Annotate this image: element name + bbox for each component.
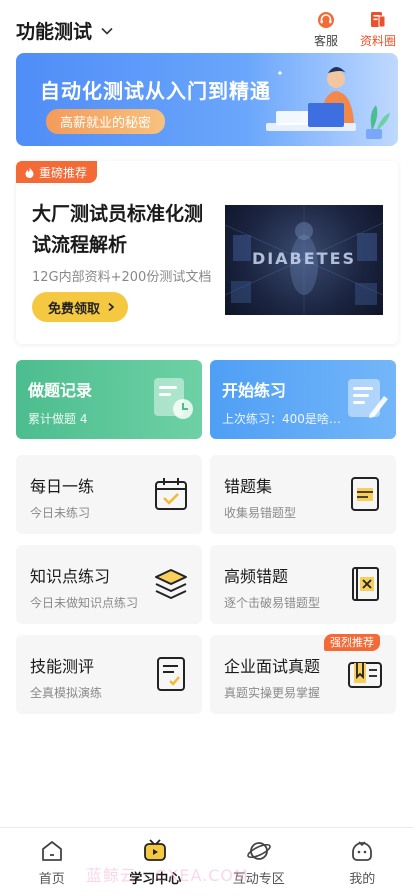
page-title: 功能测试 [16, 21, 93, 43]
interview-questions-tile[interactable]: 强烈推荐 企业面试真题 真题实操更易掌握 [210, 634, 396, 714]
featured-image-text: DIABETES [251, 249, 357, 268]
interview-questions-subtitle: 真题实操更易掌握 [224, 686, 321, 700]
chevron-down-icon [101, 27, 113, 35]
wrong-questions-tile[interactable]: 错题集 收集易错题型 [210, 455, 396, 534]
start-practice-subtitle: 上次练习：400是啥… [222, 412, 341, 426]
nav-study-center[interactable]: 学习中心 [104, 828, 208, 896]
featured-tag-label: 重磅推荐 [39, 165, 88, 180]
bottom-nav: 首页 学习中心 互动专区 我的 [0, 827, 414, 896]
materials-label: 资料圈 [360, 34, 397, 48]
headset-icon [318, 12, 334, 28]
nav-interaction-label: 互动专区 [232, 872, 285, 887]
skill-assessment-subtitle: 全真模拟演练 [30, 686, 103, 700]
banner-title: 自动化测试从入门到精通 [40, 79, 271, 103]
flame-icon [25, 167, 34, 178]
skill-assessment-title: 技能测评 [30, 657, 95, 676]
daily-practice-tile[interactable]: 每日一练 今日未练习 [16, 455, 202, 534]
knowledge-practice-subtitle: 今日未做知识点练习 [30, 596, 139, 610]
interview-questions-title: 企业面试真题 [224, 657, 321, 676]
bookmark-book-icon [348, 662, 382, 688]
calendar-icon [155, 478, 187, 510]
record-title: 做题记录 [28, 381, 93, 400]
wrong-book-icon [352, 567, 379, 601]
nav-study-center-label: 学习中心 [129, 872, 182, 887]
wrong-questions-subtitle: 收集易错题型 [224, 506, 297, 520]
record-tile[interactable]: 做题记录 累计做题 4 [16, 360, 202, 439]
banner-illustration [266, 67, 390, 139]
start-practice-tile[interactable]: 开始练习 上次练习：400是啥… [210, 360, 396, 439]
banner-pill: 高薪就业的秘密 [46, 109, 166, 134]
category-selector[interactable]: 功能测试 [16, 17, 114, 44]
high-frequency-errors-subtitle: 逐个击破易错题型 [224, 596, 321, 610]
customer-service-button[interactable]: 客服 [314, 10, 338, 49]
claim-free-button[interactable]: 免费领取 [32, 292, 129, 322]
nav-profile[interactable]: 我的 [311, 828, 414, 896]
knowledge-practice-tile[interactable]: 知识点练习 今日未做知识点练习 [16, 545, 202, 624]
nav-interaction[interactable]: 互动专区 [207, 828, 311, 896]
high-frequency-errors-title: 高频错题 [224, 567, 289, 586]
knowledge-practice-title: 知识点练习 [30, 567, 111, 586]
practice-icon [348, 379, 388, 418]
study-center-icon [144, 839, 167, 861]
header: 功能测试 客服 资料圈 [0, 0, 414, 52]
daily-practice-title: 每日一练 [30, 477, 95, 496]
start-practice-title: 开始练习 [222, 381, 287, 400]
featured-tag: 重磅推荐 [16, 161, 98, 183]
nav-home-label: 首页 [38, 872, 65, 887]
customer-service-label: 客服 [314, 34, 339, 48]
home-icon [41, 841, 62, 861]
high-frequency-errors-tile[interactable]: 高频错题 逐个击破易错题型 [210, 545, 396, 624]
record-icon [154, 378, 193, 419]
planet-icon [246, 842, 271, 860]
chevron-right-icon [108, 302, 115, 312]
featured-title: 大厂测试员标准化测试流程解析 [32, 203, 204, 256]
record-subtitle: 累计做题 4 [28, 412, 88, 426]
skill-assessment-tile[interactable]: 技能测评 全真模拟演练 [16, 635, 202, 714]
nav-profile-label: 我的 [349, 872, 376, 887]
document-icon [371, 12, 386, 28]
checklist-icon [157, 657, 185, 691]
claim-free-label: 免费领取 [48, 301, 101, 317]
profile-icon [352, 841, 373, 861]
notebook-icon [351, 477, 379, 511]
layers-icon [155, 569, 187, 599]
daily-practice-subtitle: 今日未练习 [30, 506, 91, 520]
featured-card[interactable]: 重磅推荐 大厂测试员标准化测试流程解析 12G内部资料+200份测试文档 免费领… [16, 161, 398, 344]
promo-banner[interactable]: 自动化测试从入门到精通 高薪就业的秘密 [16, 53, 398, 146]
featured-subtitle: 12G内部资料+200份测试文档 [32, 270, 212, 285]
wrong-questions-title: 错题集 [224, 477, 273, 496]
featured-image: DIABETES [225, 205, 383, 315]
nav-home[interactable]: 首页 [0, 828, 104, 896]
recommend-badge: 强烈推荐 [324, 634, 380, 651]
materials-button[interactable]: 资料圈 [360, 10, 396, 49]
